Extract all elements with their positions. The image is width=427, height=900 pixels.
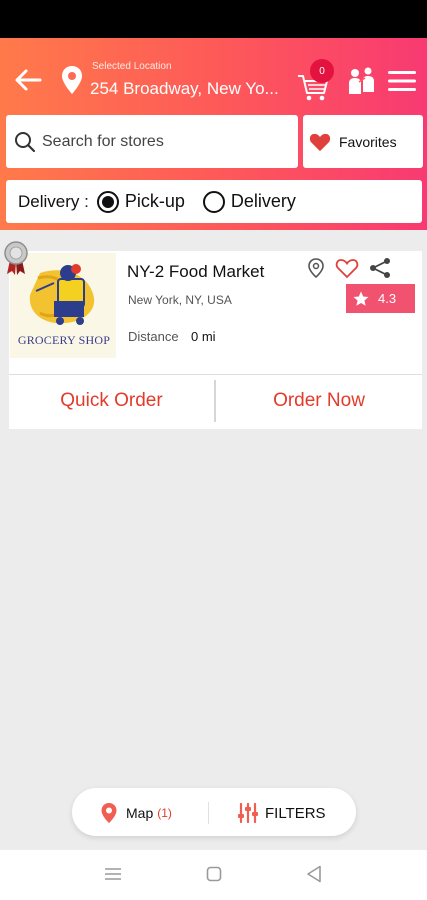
home-icon[interactable]	[206, 866, 222, 882]
pickup-label: Pick-up	[124, 191, 185, 211]
status-bar	[0, 0, 427, 38]
quick-order-button[interactable]: Quick Order	[9, 376, 214, 426]
filters-icon	[238, 802, 258, 824]
search-input[interactable]	[42, 132, 282, 151]
people-icon[interactable]	[346, 66, 378, 96]
menu-icon[interactable]	[388, 69, 416, 93]
share-icon[interactable]	[368, 257, 392, 279]
location-pin-icon[interactable]	[60, 64, 84, 96]
header: Selected Location 254 Broadway, New Yo..…	[0, 38, 427, 230]
map-pin-icon	[101, 803, 117, 823]
heart-icon	[309, 133, 331, 151]
radio-unselected-icon	[202, 190, 225, 213]
pickup-radio[interactable]: Pick-up	[96, 190, 185, 213]
delivery-option-label: Delivery	[230, 191, 296, 211]
radio-selected-icon	[96, 190, 119, 213]
order-now-button[interactable]: Order Now	[216, 376, 422, 426]
filters-label: FILTERS	[265, 804, 326, 822]
map-button[interactable]: Map (1)	[100, 798, 172, 828]
map-label: Map	[126, 805, 154, 821]
heart-outline-icon[interactable]	[335, 257, 359, 279]
distance-value: 0 mi	[191, 329, 216, 344]
favorites-label: Favorites	[339, 133, 397, 150]
search-box[interactable]	[6, 115, 298, 168]
store-name[interactable]: NY-2 Food Market	[127, 262, 264, 282]
map-pin-icon[interactable]	[305, 257, 327, 279]
search-icon	[15, 131, 36, 152]
store-address: New York, NY, USA	[128, 293, 232, 307]
medal-icon	[4, 241, 28, 275]
map-count: (1)	[157, 806, 172, 820]
card-divider	[9, 374, 422, 375]
favorites-button[interactable]: Favorites	[303, 115, 423, 168]
rating-badge: 4.3	[346, 284, 415, 313]
pill-divider	[208, 802, 209, 824]
distance-label: Distance	[128, 329, 179, 344]
recents-icon[interactable]	[104, 866, 122, 882]
delivery-label: Delivery :	[18, 191, 89, 211]
selected-location[interactable]: 254 Broadway, New Yo...	[90, 79, 295, 99]
nav-back-icon[interactable]	[306, 865, 322, 883]
star-icon	[353, 291, 369, 306]
back-arrow-icon[interactable]	[12, 64, 44, 96]
rating-value: 4.3	[378, 291, 397, 306]
store-logo-text: GROCERY SHOP	[17, 333, 111, 347]
filters-button[interactable]: FILTERS	[236, 798, 326, 828]
delivery-mode-bar: Delivery : Pick-up Delivery	[6, 180, 422, 223]
delivery-radio[interactable]: Delivery	[202, 190, 296, 213]
cart-badge: 0	[310, 59, 334, 83]
location-caption: Selected Location	[92, 61, 172, 72]
